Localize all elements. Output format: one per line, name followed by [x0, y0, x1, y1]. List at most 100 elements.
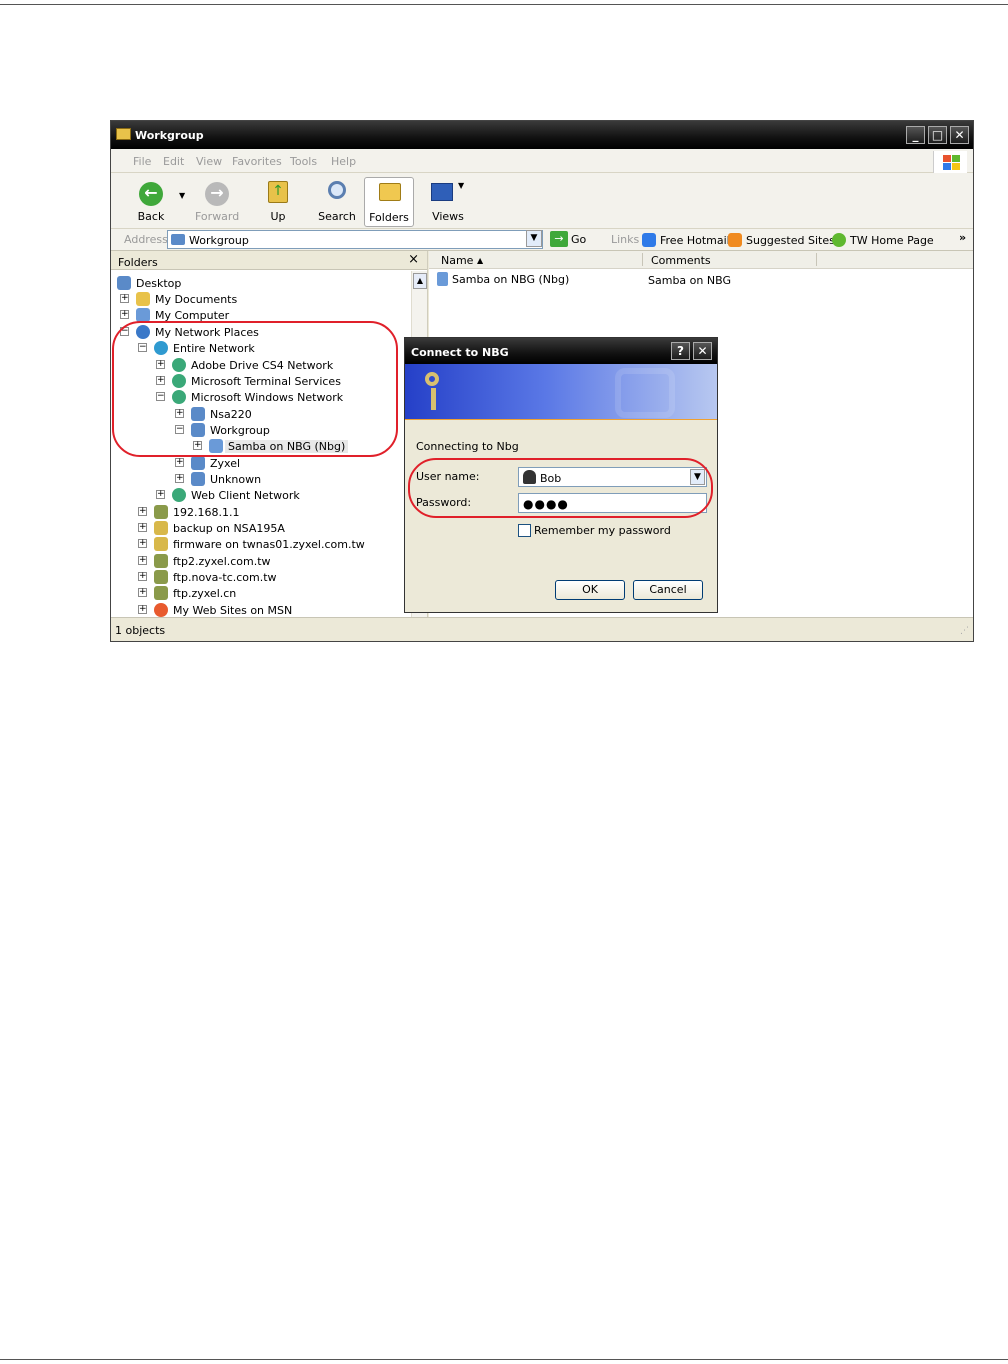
scroll-up-button[interactable]: ▲: [413, 273, 427, 289]
tree-item-label: firmware on twnas01.zyxel.com.tw: [173, 538, 365, 551]
back-dropdown-icon[interactable]: ▼: [179, 191, 185, 200]
expand-toggle[interactable]: +: [120, 294, 129, 303]
tree-item-label: Desktop: [136, 277, 182, 290]
maximize-button[interactable]: □: [928, 126, 947, 144]
resize-grip-icon[interactable]: ⋰: [960, 626, 969, 636]
help-button[interactable]: ?: [671, 342, 690, 360]
tree-item-label: Unknown: [210, 473, 262, 486]
menu-help[interactable]: Help: [331, 155, 356, 168]
file-comment: Samba on NBG: [648, 274, 731, 287]
windows-logo-icon: [933, 151, 967, 173]
links-more-button[interactable]: »: [959, 231, 966, 244]
expand-toggle[interactable]: +: [138, 523, 147, 532]
folder-icon: [116, 128, 131, 140]
network-share-icon: [154, 521, 168, 535]
up-label: Up: [270, 210, 286, 223]
status-text: 1 objects: [115, 624, 166, 637]
menu-view[interactable]: View: [196, 155, 222, 168]
up-folder-icon: ↑: [268, 181, 288, 203]
address-dropdown-button[interactable]: ▼: [526, 230, 542, 247]
dialog-title: Connect to NBG: [411, 346, 509, 359]
search-button[interactable]: Search: [316, 177, 358, 225]
msn-butterfly-icon: [154, 603, 168, 617]
home-page-icon: [832, 233, 846, 247]
menu-file[interactable]: File: [133, 155, 151, 168]
menu-favorites[interactable]: Favorites: [232, 155, 282, 168]
tree-item-label: ftp.zyxel.cn: [173, 587, 237, 600]
expand-toggle[interactable]: +: [175, 458, 184, 467]
column-divider[interactable]: [642, 253, 643, 266]
folders-icon: [379, 183, 401, 201]
back-label: Back: [137, 210, 165, 223]
expand-toggle[interactable]: +: [120, 310, 129, 319]
expand-toggle[interactable]: +: [138, 539, 147, 548]
column-divider[interactable]: [816, 253, 817, 266]
cancel-button[interactable]: Cancel: [633, 580, 703, 600]
remember-password-label[interactable]: Remember my password: [534, 524, 671, 537]
file-row[interactable]: Samba on NBG (Nbg): [437, 272, 569, 286]
folders-button[interactable]: Folders: [364, 177, 414, 227]
address-field[interactable]: Workgroup: [167, 230, 543, 249]
ftp-folder-icon: [154, 586, 168, 600]
expand-toggle[interactable]: +: [175, 474, 184, 483]
network-icon: [171, 234, 185, 245]
link-free-hotmail[interactable]: Free Hotmail: [642, 233, 730, 247]
tree-item-label: My Web Sites on MSN: [173, 604, 293, 617]
folders-pane-title: Folders: [118, 256, 158, 269]
up-button[interactable]: ↑ Up: [263, 177, 293, 225]
expand-toggle[interactable]: +: [138, 556, 147, 565]
dialog-close-button[interactable]: ✕: [693, 342, 712, 360]
minimize-button[interactable]: _: [906, 126, 925, 144]
ok-button[interactable]: OK: [555, 580, 625, 600]
page-top-rule: [0, 4, 1008, 5]
tree-item-label: My Documents: [155, 293, 238, 306]
search-icon: [328, 181, 346, 199]
expand-toggle[interactable]: +: [138, 507, 147, 516]
desktop-icon: [117, 276, 131, 290]
views-label: Views: [432, 210, 464, 223]
expand-toggle[interactable]: +: [138, 605, 147, 614]
page-bottom-rule: [0, 1359, 1008, 1360]
views-icon: [431, 183, 453, 201]
menu-tools[interactable]: Tools: [290, 155, 317, 168]
link-label: TW Home Page: [850, 234, 934, 247]
expand-toggle[interactable]: +: [156, 490, 165, 499]
column-header: Name ▲ Comments: [429, 251, 973, 269]
my-computer-icon: [136, 308, 150, 322]
tree-item-label: Zyxel: [210, 457, 241, 470]
network-globe-icon: [172, 488, 186, 502]
forward-button[interactable]: → Forward: [195, 177, 239, 225]
computer-icon: [437, 272, 448, 286]
column-name[interactable]: Name: [441, 254, 473, 267]
link-suggested-sites[interactable]: Suggested Sites: [728, 233, 835, 247]
tree-item-label: ftp2.zyxel.com.tw: [173, 555, 271, 568]
window-title: Workgroup: [135, 129, 204, 142]
column-comments[interactable]: Comments: [651, 254, 711, 267]
go-button[interactable]: Go: [571, 233, 586, 246]
expand-toggle[interactable]: +: [138, 572, 147, 581]
ftp-folder-icon: [154, 554, 168, 568]
views-dropdown-icon: ▼: [458, 181, 465, 190]
sort-ascending-icon: ▲: [477, 256, 484, 265]
connecting-text: Connecting to Nbg: [416, 440, 519, 453]
back-button[interactable]: ← Back: [131, 177, 171, 225]
expand-toggle[interactable]: +: [138, 588, 147, 597]
remember-password-checkbox[interactable]: [518, 524, 531, 537]
forward-label: Forward: [195, 210, 240, 223]
views-button[interactable]: ▼ Views: [428, 177, 468, 225]
menu-edit[interactable]: Edit: [163, 155, 184, 168]
close-button[interactable]: ✕: [950, 126, 969, 144]
go-arrow-icon[interactable]: →: [550, 231, 568, 247]
key-shaft: [431, 388, 436, 410]
folders-pane-close-button[interactable]: ×: [408, 252, 419, 267]
links-label: Links: [611, 233, 640, 246]
file-name: Samba on NBG (Nbg): [452, 273, 570, 286]
workgroup-icon: [191, 472, 205, 486]
ftp-folder-icon: [154, 570, 168, 584]
folders-pane-header: Folders ×: [111, 251, 427, 270]
network-share-icon: [154, 537, 168, 551]
banner-watermark-icon: [615, 368, 675, 418]
menu-bar: File Edit View Favorites Tools Help: [111, 149, 973, 173]
link-tw-home-page[interactable]: TW Home Page: [832, 233, 934, 247]
standard-toolbar: ← Back ▼ → Forward ↑ Up Search Folders ▼…: [111, 173, 973, 229]
